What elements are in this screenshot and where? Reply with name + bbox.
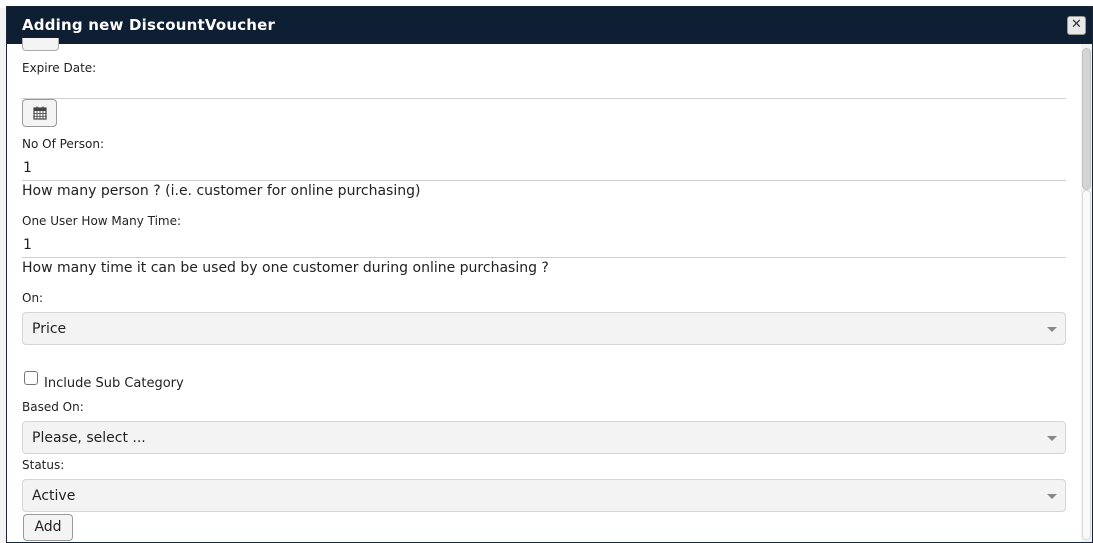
dialog-content: Expire Date: No Of Person: 1 How many pe…	[7, 38, 1077, 542]
no-of-person-help: How many person ? (i.e. customer for onl…	[22, 183, 421, 199]
on-select-value: Price	[32, 321, 67, 337]
chevron-down-icon	[1047, 436, 1057, 441]
calendar-icon	[33, 106, 47, 120]
on-select[interactable]: Price	[22, 312, 1066, 345]
expire-date-label: Expire Date:	[22, 61, 97, 75]
dialog-titlebar[interactable]: Adding new DiscountVoucher ✕	[7, 7, 1092, 44]
expire-date-calendar-button[interactable]	[22, 99, 57, 127]
close-button[interactable]: ✕	[1067, 16, 1086, 35]
based-on-label: Based On:	[22, 400, 84, 414]
status-select[interactable]: Active	[22, 479, 1066, 512]
chevron-down-icon	[1047, 327, 1057, 332]
based-on-select[interactable]: Please, select ...	[22, 421, 1066, 454]
include-sub-category-checkbox[interactable]	[24, 371, 38, 385]
based-on-select-value: Please, select ...	[32, 430, 146, 446]
on-label: On:	[22, 291, 44, 305]
one-user-how-many-time-input[interactable]: 1	[23, 237, 32, 253]
discount-voucher-dialog: Adding new DiscountVoucher ✕ Expire Date…	[6, 6, 1093, 543]
add-button[interactable]: Add	[23, 514, 73, 541]
previous-calendar-button[interactable]	[22, 38, 59, 51]
status-label: Status:	[22, 458, 65, 472]
one-user-how-many-time-label: One User How Many Time:	[22, 214, 182, 228]
close-icon: ✕	[1071, 17, 1082, 32]
no-of-person-underline	[22, 180, 1066, 181]
scrollbar-thumb[interactable]	[1082, 48, 1091, 190]
chevron-down-icon	[1047, 494, 1057, 499]
status-select-value: Active	[32, 488, 76, 504]
no-of-person-label: No Of Person:	[22, 137, 104, 151]
scrollbar-track[interactable]	[1082, 190, 1091, 540]
no-of-person-input[interactable]: 1	[23, 160, 32, 176]
dialog-scrollbar[interactable]	[1081, 44, 1092, 542]
expire-date-underline	[22, 98, 1066, 99]
one-user-how-many-time-underline	[22, 257, 1066, 258]
include-sub-category-label[interactable]: Include Sub Category	[44, 376, 184, 391]
dialog-title: Adding new DiscountVoucher	[22, 16, 276, 34]
one-user-how-many-time-help: How many time it can be used by one cust…	[22, 260, 549, 276]
